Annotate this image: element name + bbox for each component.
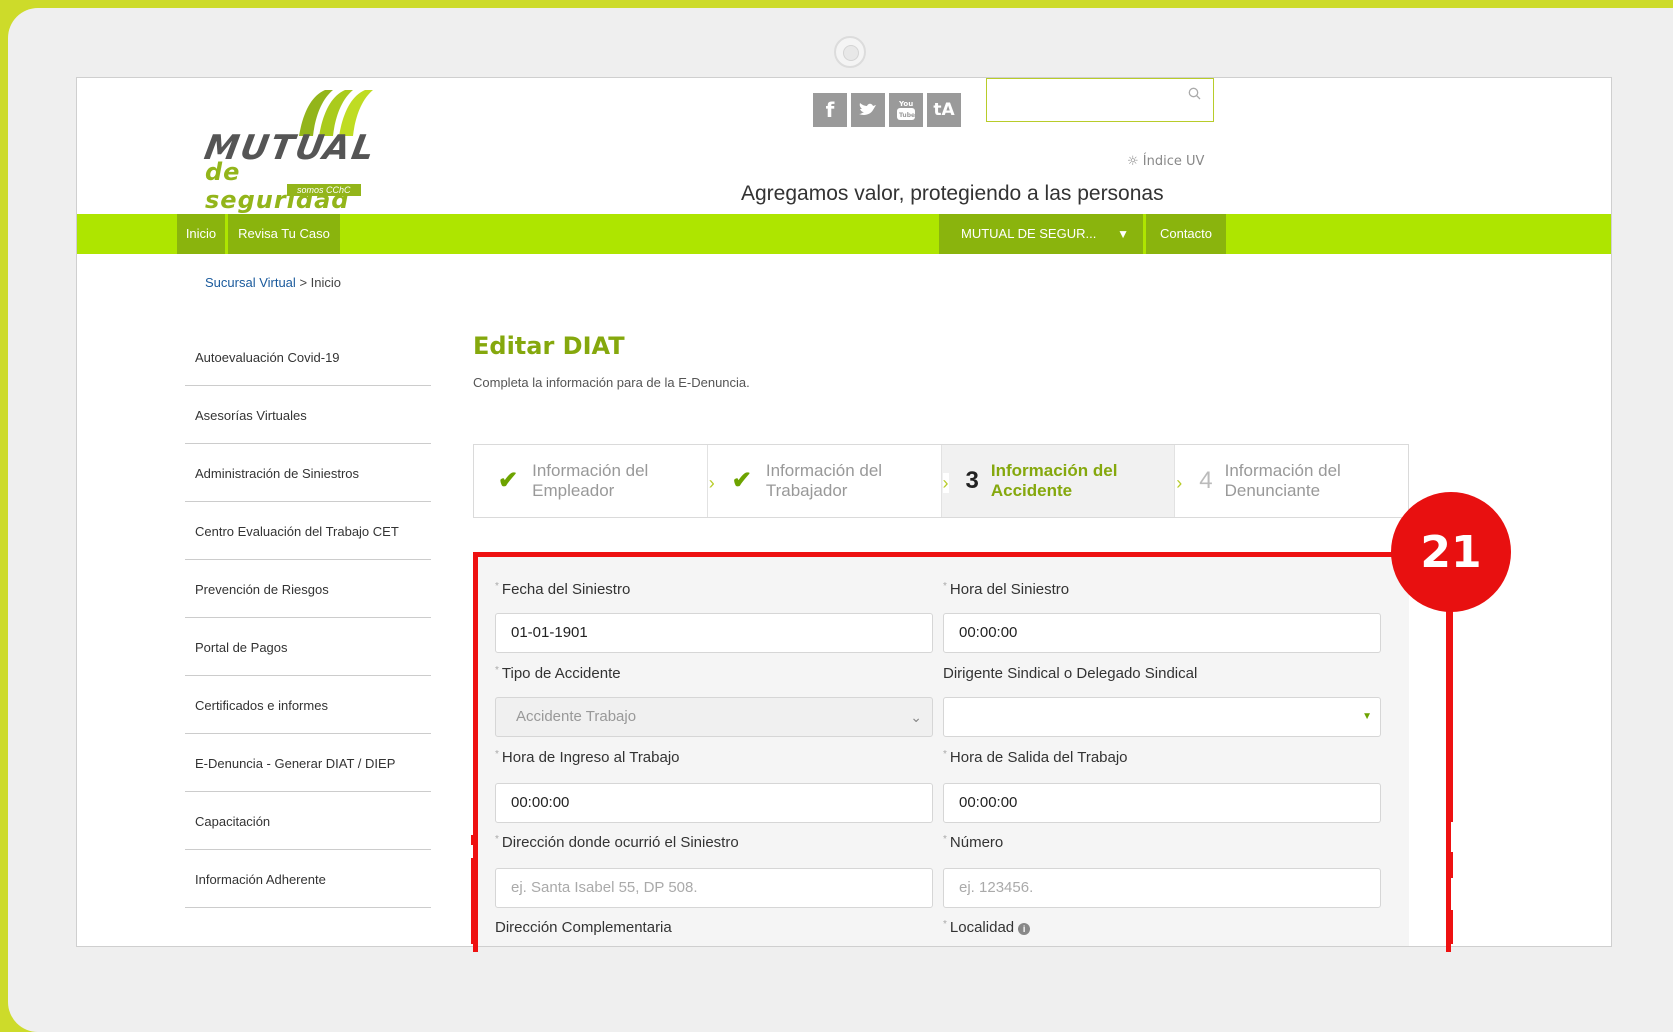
sidebar-item-asesorias[interactable]: Asesorías Virtuales (185, 386, 431, 444)
nav-dropdown-label: MUTUAL DE SEGUR... (961, 226, 1097, 241)
sidebar-item-cet[interactable]: Centro Evaluación del Trabajo CET (185, 502, 431, 560)
sun-icon: ☼ (1127, 154, 1139, 169)
social-links: f You Tube tA (813, 93, 961, 127)
chevron-right-icon: › (708, 473, 715, 493)
page-title: Editar DIAT (473, 332, 625, 360)
wizard-steps: ✔ Información del Empleador › ✔ Informac… (473, 444, 1409, 518)
tagline: Agregamos valor, protegiendo a las perso… (741, 182, 1164, 205)
tripadvisor-icon[interactable]: tA (927, 93, 961, 127)
search-icon[interactable] (1188, 87, 1201, 103)
sidebar-item-capacitacion[interactable]: Capacitación (185, 792, 431, 850)
nav-revisa-tu-caso[interactable]: Revisa Tu Caso (228, 214, 340, 254)
sidebar: Autoevaluación Covid-19 Asesorías Virtua… (185, 328, 431, 908)
facebook-icon[interactable]: f (813, 93, 847, 127)
annotation-badge: 21 (1391, 492, 1511, 612)
page-subtitle: Completa la información para de la E-Den… (473, 375, 750, 390)
uv-index-label: Índice UV (1142, 154, 1205, 169)
camera-icon (834, 36, 866, 68)
sidebar-item-certificados[interactable]: Certificados e informes (185, 676, 431, 734)
step-accidente[interactable]: 3 Información del Accidente › (941, 445, 1183, 517)
svg-text:You: You (898, 100, 913, 108)
logo-tag: somos CChC (287, 184, 361, 196)
chevron-right-icon: › (1176, 473, 1183, 493)
chevron-right-icon: › (942, 473, 949, 493)
svg-text:Tube: Tube (899, 112, 915, 119)
step-number: 3 (965, 467, 979, 494)
step-denunciante[interactable]: 4 Información del Denunciante (1175, 445, 1408, 517)
step-label-line2: Accidente (990, 481, 1073, 500)
uv-index-link[interactable]: ☼ Índice UV (1127, 154, 1204, 169)
annotation-dash (1446, 910, 1453, 944)
step-label-line2: Denunciante (1224, 481, 1321, 500)
step-number: 4 (1199, 467, 1213, 494)
breadcrumb-current: > Inicio (299, 275, 341, 290)
sidebar-item-edenuncia[interactable]: E-Denuncia - Generar DIAT / DIEP (185, 734, 431, 792)
step-label-line2: Empleador (532, 481, 615, 500)
step-empleador[interactable]: ✔ Información del Empleador › (474, 445, 715, 517)
caret-down-icon: ▼ (1117, 227, 1129, 241)
step-label-line1: Información del (1224, 461, 1341, 480)
annotation-dash (471, 835, 478, 845)
nav-contacto[interactable]: Contacto (1146, 214, 1226, 254)
twitter-icon[interactable] (851, 93, 885, 127)
main-nav: Inicio Revisa Tu Caso MUTUAL DE SEGUR...… (77, 214, 1611, 254)
nav-inicio[interactable]: Inicio (177, 214, 225, 254)
step-label-line1: Información del (990, 461, 1118, 480)
annotation-highlight-box (473, 552, 1451, 952)
step-label-line1: Información del (765, 461, 883, 480)
sidebar-item-siniestros[interactable]: Administración de Siniestros (185, 444, 431, 502)
check-icon: ✔ (731, 467, 752, 494)
check-icon: ✔ (498, 467, 519, 494)
annotation-line (1446, 610, 1453, 822)
step-label-line2: Trabajador (765, 481, 848, 500)
sidebar-item-covid[interactable]: Autoevaluación Covid-19 (185, 328, 431, 386)
sidebar-item-adherente[interactable]: Información Adherente (185, 850, 431, 908)
sidebar-item-prevencion[interactable]: Prevención de Riesgos (185, 560, 431, 618)
mutual-logo[interactable]: MUTUAL de seguridad somos CChC (201, 88, 385, 214)
step-trabajador[interactable]: ✔ Información del Trabajador › (708, 445, 949, 517)
breadcrumb: Sucursal Virtual > Inicio (205, 275, 341, 290)
annotation-dash (471, 858, 478, 944)
search-input[interactable] (986, 78, 1214, 122)
step-label-line1: Información del (532, 461, 649, 480)
youtube-icon[interactable]: You Tube (889, 93, 923, 127)
annotation-dash (1446, 852, 1453, 878)
nav-dropdown-mutual[interactable]: MUTUAL DE SEGUR... ▼ (939, 214, 1143, 254)
breadcrumb-link[interactable]: Sucursal Virtual (205, 275, 296, 290)
sidebar-item-pagos[interactable]: Portal de Pagos (185, 618, 431, 676)
